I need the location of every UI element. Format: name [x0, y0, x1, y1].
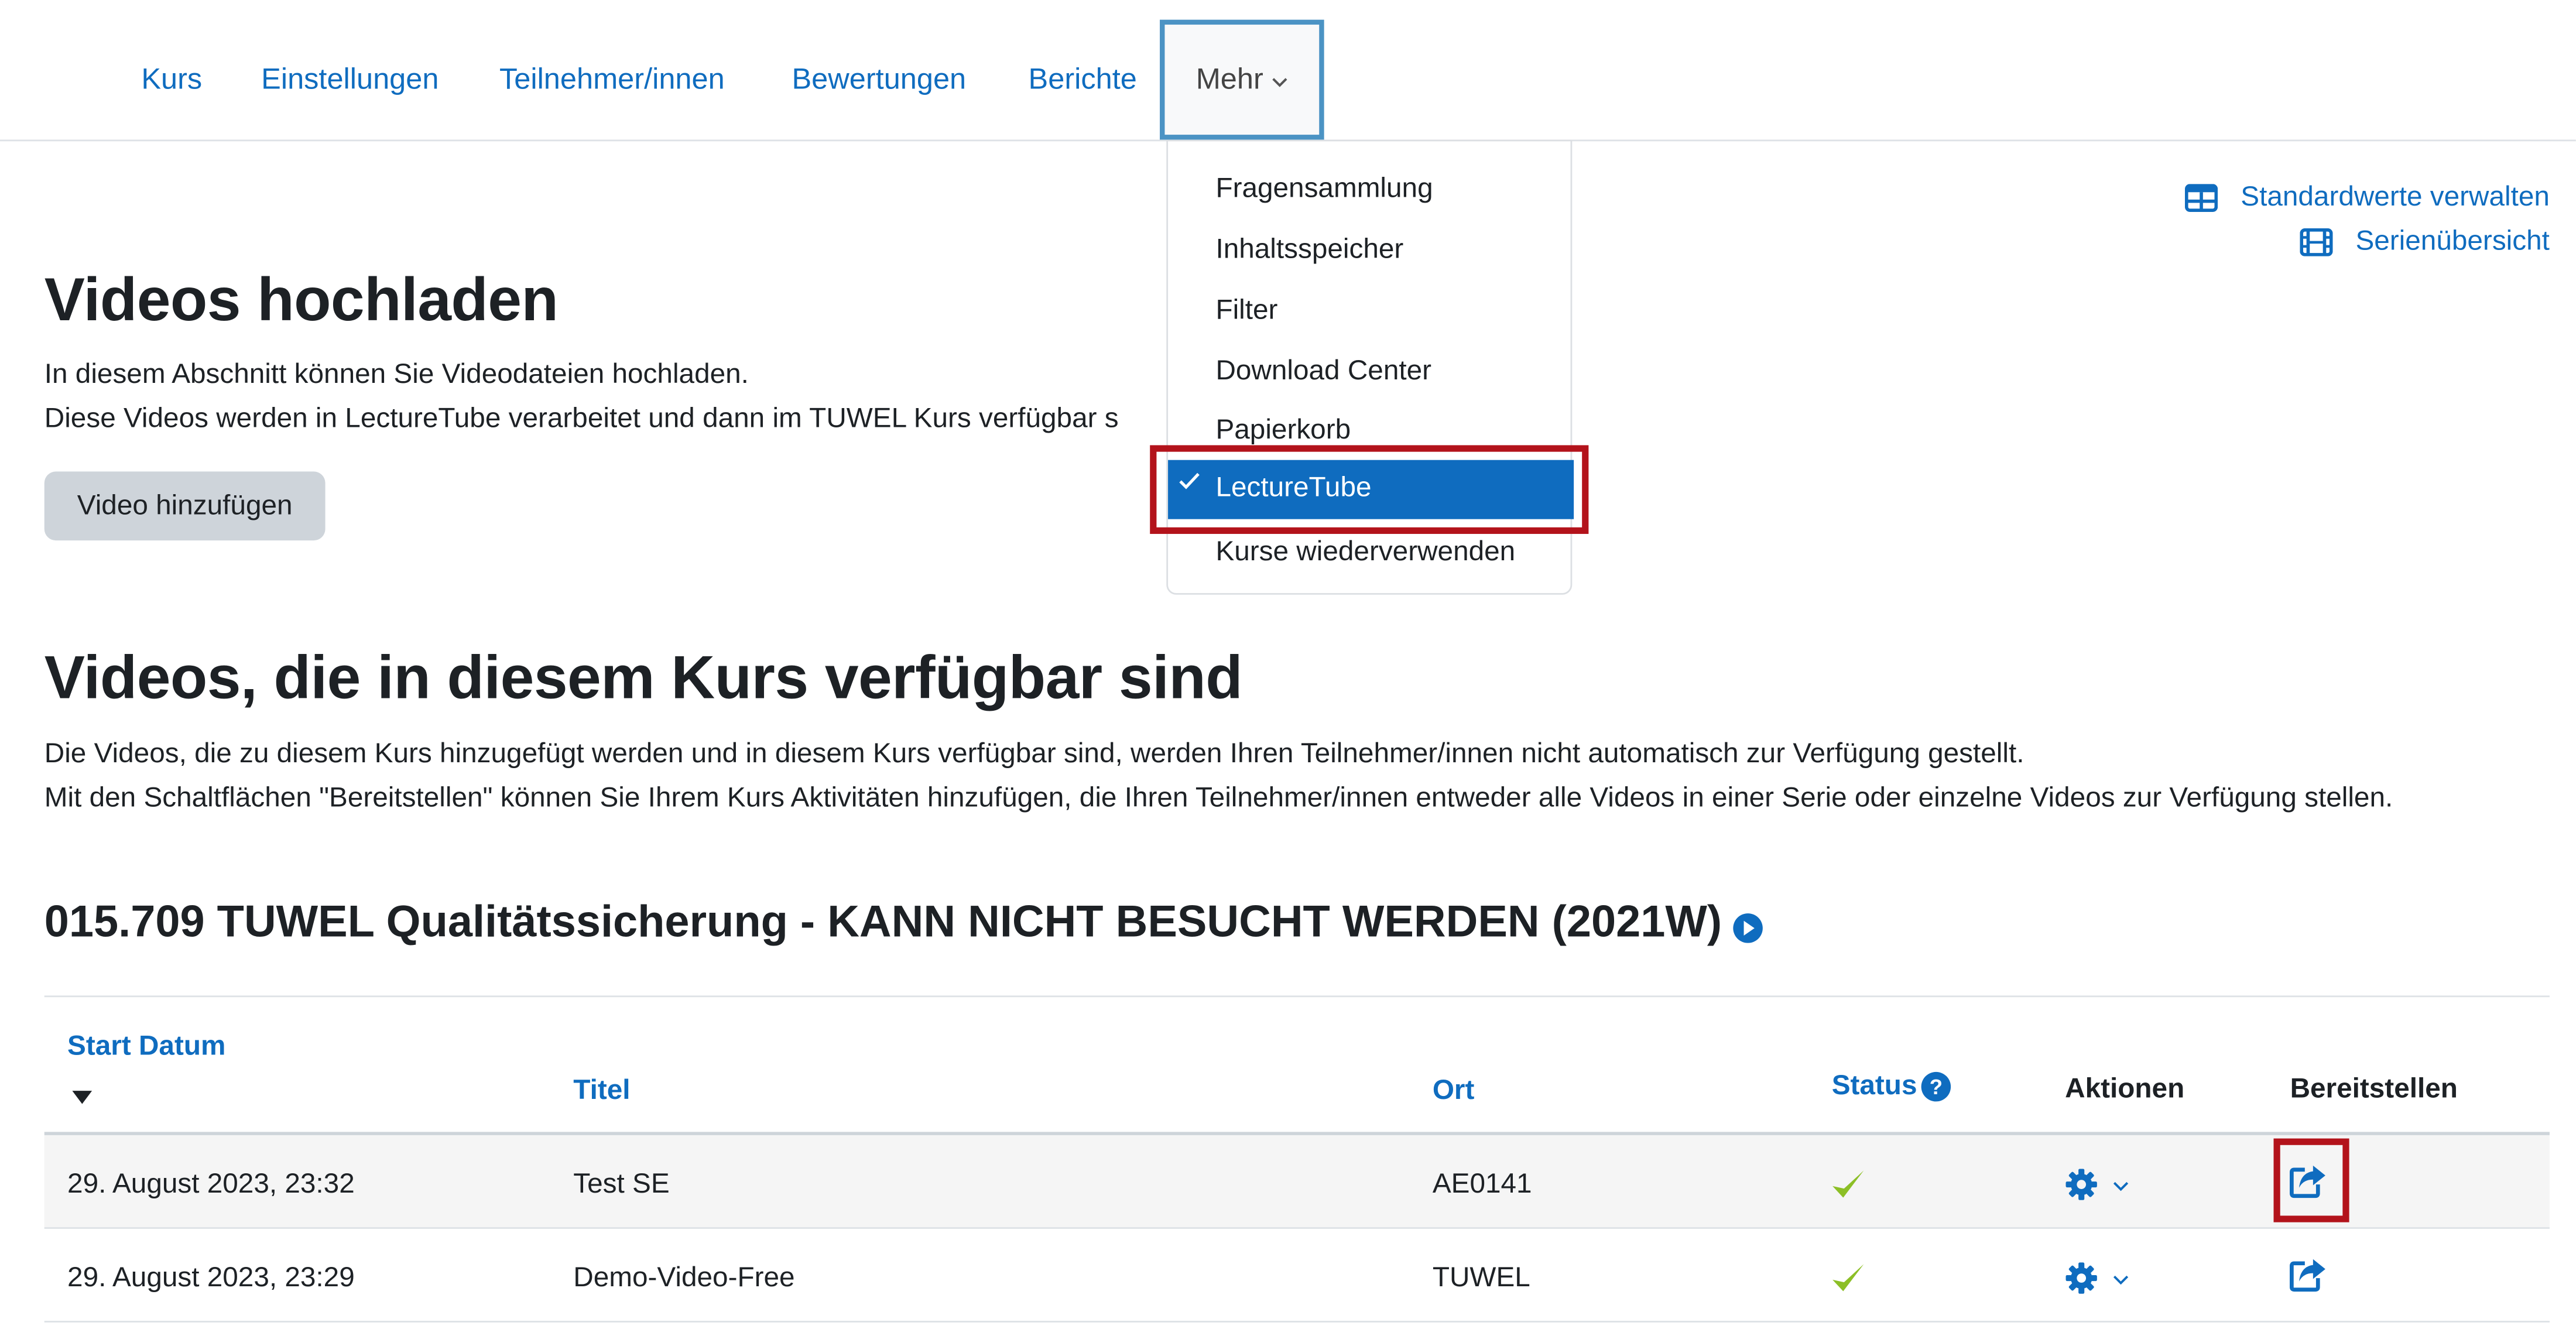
actions-menu-toggle[interactable] [2065, 1168, 2129, 1201]
sort-desc-icon[interactable] [71, 1084, 94, 1114]
row-location: TUWEL [1432, 1262, 1530, 1293]
add-video-button[interactable]: Video hinzufügen [44, 471, 326, 541]
row-location: AE0141 [1432, 1168, 1532, 1200]
actions-menu-toggle[interactable] [2065, 1262, 2129, 1294]
nav-tab-einstellungen[interactable]: Einstellungen [261, 63, 439, 97]
column-header-status-label: Status [1831, 1069, 1917, 1101]
nav-tab-teilnehmer[interactable]: Teilnehmer/innen [499, 63, 725, 97]
column-header-provide: Bereitstellen [2290, 1073, 2458, 1104]
status-ok-check-icon [1830, 1262, 1866, 1303]
nav-more-label: Mehr [1195, 62, 1263, 95]
series-title: 015.709 TUWEL Qualitätssicherung - KANN … [44, 897, 1722, 947]
column-header-location[interactable]: Ort [1433, 1074, 1475, 1107]
column-header-title[interactable]: Titel [573, 1074, 630, 1107]
table-top-divider [44, 995, 2550, 998]
nav-tab-kurs[interactable]: Kurs [141, 63, 202, 97]
nav-tab-mehr[interactable]: Mehr [1160, 19, 1324, 140]
menu-item-papierkorb[interactable]: Papierkorb [1215, 414, 1351, 447]
chevron-down-icon [2113, 1268, 2129, 1291]
manage-defaults-link[interactable]: Standardwerte verwalten [2184, 180, 2550, 214]
row-title: Demo-Video-Free [573, 1262, 795, 1293]
film-icon [2300, 227, 2333, 256]
chevron-down-icon [1272, 70, 1288, 93]
column-header-actions: Aktionen [2065, 1073, 2185, 1104]
nav-tab-bewertungen[interactable]: Bewertungen [792, 63, 966, 97]
row-title: Test SE [573, 1168, 670, 1200]
upload-description-2: Diese Videos werden in LectureTube verar… [44, 402, 1119, 434]
gear-icon [2065, 1262, 2098, 1294]
series-heading: 015.709 TUWEL Qualitätssicherung - KANN … [44, 897, 1765, 948]
menu-item-fragensammlung[interactable]: Fragensammlung [1215, 173, 1433, 205]
row-date: 29. August 2023, 23:32 [67, 1168, 355, 1200]
table-row: 29. August 2023, 23:29 Demo-Video-Free T… [44, 1229, 2550, 1323]
share-icon[interactable] [2289, 1257, 2328, 1293]
table-row: 29. August 2023, 23:32 Test SE AE0141 [44, 1135, 2550, 1229]
table-icon [2184, 183, 2218, 211]
svg-text:?: ? [1930, 1074, 1943, 1098]
status-ok-check-icon [1830, 1168, 1866, 1209]
highlight-frame-lecturetube [1150, 445, 1589, 534]
help-icon[interactable]: ? [1920, 1070, 1951, 1101]
column-header-status[interactable]: Status ? [1832, 1070, 1952, 1102]
nav-tab-berichte[interactable]: Berichte [1029, 63, 1137, 97]
series-overview-link[interactable]: Serienübersicht [2300, 225, 2550, 258]
available-description-1: Die Videos, die zu diesem Kurs hinzugefü… [44, 737, 2025, 769]
top-navigation: Kurs Einstellungen Teilnehmer/innen Bewe… [0, 0, 2576, 142]
highlight-frame-share [2273, 1138, 2349, 1222]
series-overview-label: Serienübersicht [2355, 225, 2550, 256]
available-description-2: Mit den Schaltflächen "Bereitstellen" kö… [44, 782, 2393, 813]
column-header-start-date[interactable]: Start Datum [67, 1030, 225, 1063]
upload-heading: Videos hochladen [44, 266, 559, 334]
menu-item-kurse-wiederverwenden[interactable]: Kurse wiederverwenden [1215, 536, 1515, 568]
available-videos-heading: Videos, die in diesem Kurs verfügbar sin… [44, 643, 1243, 711]
upload-description-1: In diesem Abschnitt können Sie Videodate… [44, 358, 749, 390]
chevron-down-icon [2113, 1174, 2129, 1197]
manage-defaults-label: Standardwerte verwalten [2241, 180, 2550, 212]
row-date: 29. August 2023, 23:29 [67, 1262, 355, 1293]
gear-icon [2065, 1168, 2098, 1201]
play-circle-icon[interactable] [1732, 901, 1765, 944]
menu-item-inhaltsspeicher[interactable]: Inhaltsspeicher [1215, 233, 1403, 266]
menu-item-download-center[interactable]: Download Center [1215, 355, 1431, 388]
menu-item-filter[interactable]: Filter [1215, 294, 1277, 327]
